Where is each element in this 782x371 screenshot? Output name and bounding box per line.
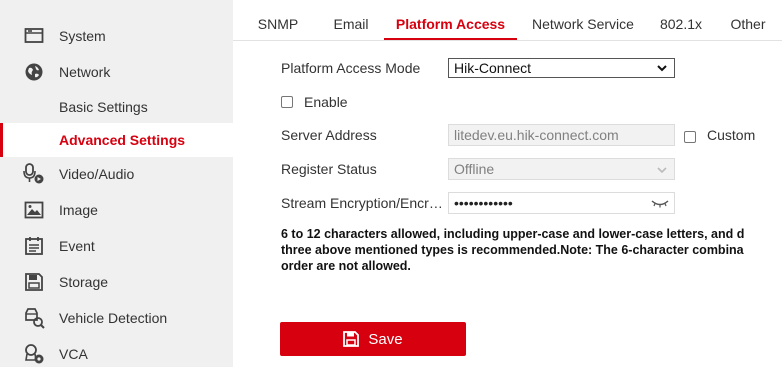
sidebar: System Network Basic Settings Advanced S… xyxy=(0,0,236,367)
sidebar-item-advanced-settings[interactable]: Advanced Settings xyxy=(0,123,236,157)
custom-checkbox[interactable] xyxy=(684,131,696,143)
network-icon xyxy=(23,61,45,83)
eye-closed-icon[interactable] xyxy=(651,198,669,208)
tab-network-service[interactable]: Network Service xyxy=(530,0,636,39)
stream-encryption-field[interactable]: •••••••••••• xyxy=(448,192,675,214)
sidebar-item-label: Basic Settings xyxy=(59,99,148,115)
stream-encryption-value: •••••••••••• xyxy=(454,195,513,211)
hint-line: order are not allowed. xyxy=(281,259,411,273)
platform-access-mode-select[interactable]: Hik-Connect xyxy=(448,58,675,78)
enable-checkbox[interactable] xyxy=(281,96,293,108)
chevron-down-icon xyxy=(657,167,667,174)
tab-bar: SNMP Email Platform Access Network Servi… xyxy=(233,0,782,41)
stream-encryption-label: Stream Encryption/Encry… xyxy=(281,195,443,211)
chevron-down-icon xyxy=(657,65,667,72)
hint-line: three above mentioned types is recommend… xyxy=(281,243,744,257)
video-audio-icon xyxy=(23,163,45,185)
sidebar-item-basic-settings[interactable]: Basic Settings xyxy=(0,90,233,124)
sidebar-item-label: System xyxy=(59,28,106,44)
enable-label: Enable xyxy=(304,94,348,110)
event-icon xyxy=(23,235,45,257)
storage-icon xyxy=(23,271,45,293)
sidebar-item-label: Advanced Settings xyxy=(59,132,186,148)
save-button[interactable]: Save xyxy=(280,322,466,356)
register-status-label: Register Status xyxy=(281,161,377,177)
sidebar-item-label: Event xyxy=(59,238,95,254)
register-status-value: Offline xyxy=(454,161,495,177)
sidebar-item-label: VCA xyxy=(59,346,88,362)
sidebar-item-label: Storage xyxy=(59,274,109,290)
sidebar-item-label: Network xyxy=(59,64,111,80)
tab-email[interactable]: Email xyxy=(325,0,377,39)
tab-snmp[interactable]: SNMP xyxy=(251,0,305,39)
vca-icon xyxy=(23,343,45,365)
sidebar-item-label: Image xyxy=(59,202,98,218)
save-icon xyxy=(343,331,360,347)
register-status-select[interactable]: Offline xyxy=(448,158,675,180)
tab-other[interactable]: Other xyxy=(727,0,769,39)
hint-line: 6 to 12 characters allowed, including up… xyxy=(281,227,745,241)
sidebar-item-label: Vehicle Detection xyxy=(59,310,168,326)
server-address-label: Server Address xyxy=(281,127,377,143)
sidebar-item-storage[interactable]: Storage xyxy=(0,265,233,299)
tab-platform-access[interactable]: Platform Access xyxy=(384,0,517,40)
sidebar-item-network[interactable]: Network xyxy=(0,55,233,89)
tab-802-1x[interactable]: 802.1x xyxy=(655,0,707,39)
sidebar-item-video-audio[interactable]: Video/Audio xyxy=(0,157,233,191)
vehicle-detection-icon xyxy=(23,307,45,329)
platform-access-mode-value: Hik-Connect xyxy=(454,60,532,76)
image-icon xyxy=(23,199,45,221)
custom-label: Custom xyxy=(707,127,756,143)
sidebar-item-image[interactable]: Image xyxy=(0,193,233,227)
platform-access-mode-label: Platform Access Mode xyxy=(281,60,421,76)
save-button-label: Save xyxy=(368,330,403,348)
server-address-field[interactable]: litedev.eu.hik-connect.com xyxy=(448,124,675,146)
sidebar-item-event[interactable]: Event xyxy=(0,229,233,263)
sidebar-item-vehicle-detection[interactable]: Vehicle Detection xyxy=(0,301,233,335)
sidebar-item-label: Video/Audio xyxy=(59,166,135,182)
sidebar-item-system[interactable]: System xyxy=(0,19,233,53)
encryption-hint-text: 6 to 12 characters allowed, including up… xyxy=(281,226,782,274)
sidebar-item-vca[interactable]: VCA xyxy=(0,337,233,371)
system-icon xyxy=(23,25,45,47)
